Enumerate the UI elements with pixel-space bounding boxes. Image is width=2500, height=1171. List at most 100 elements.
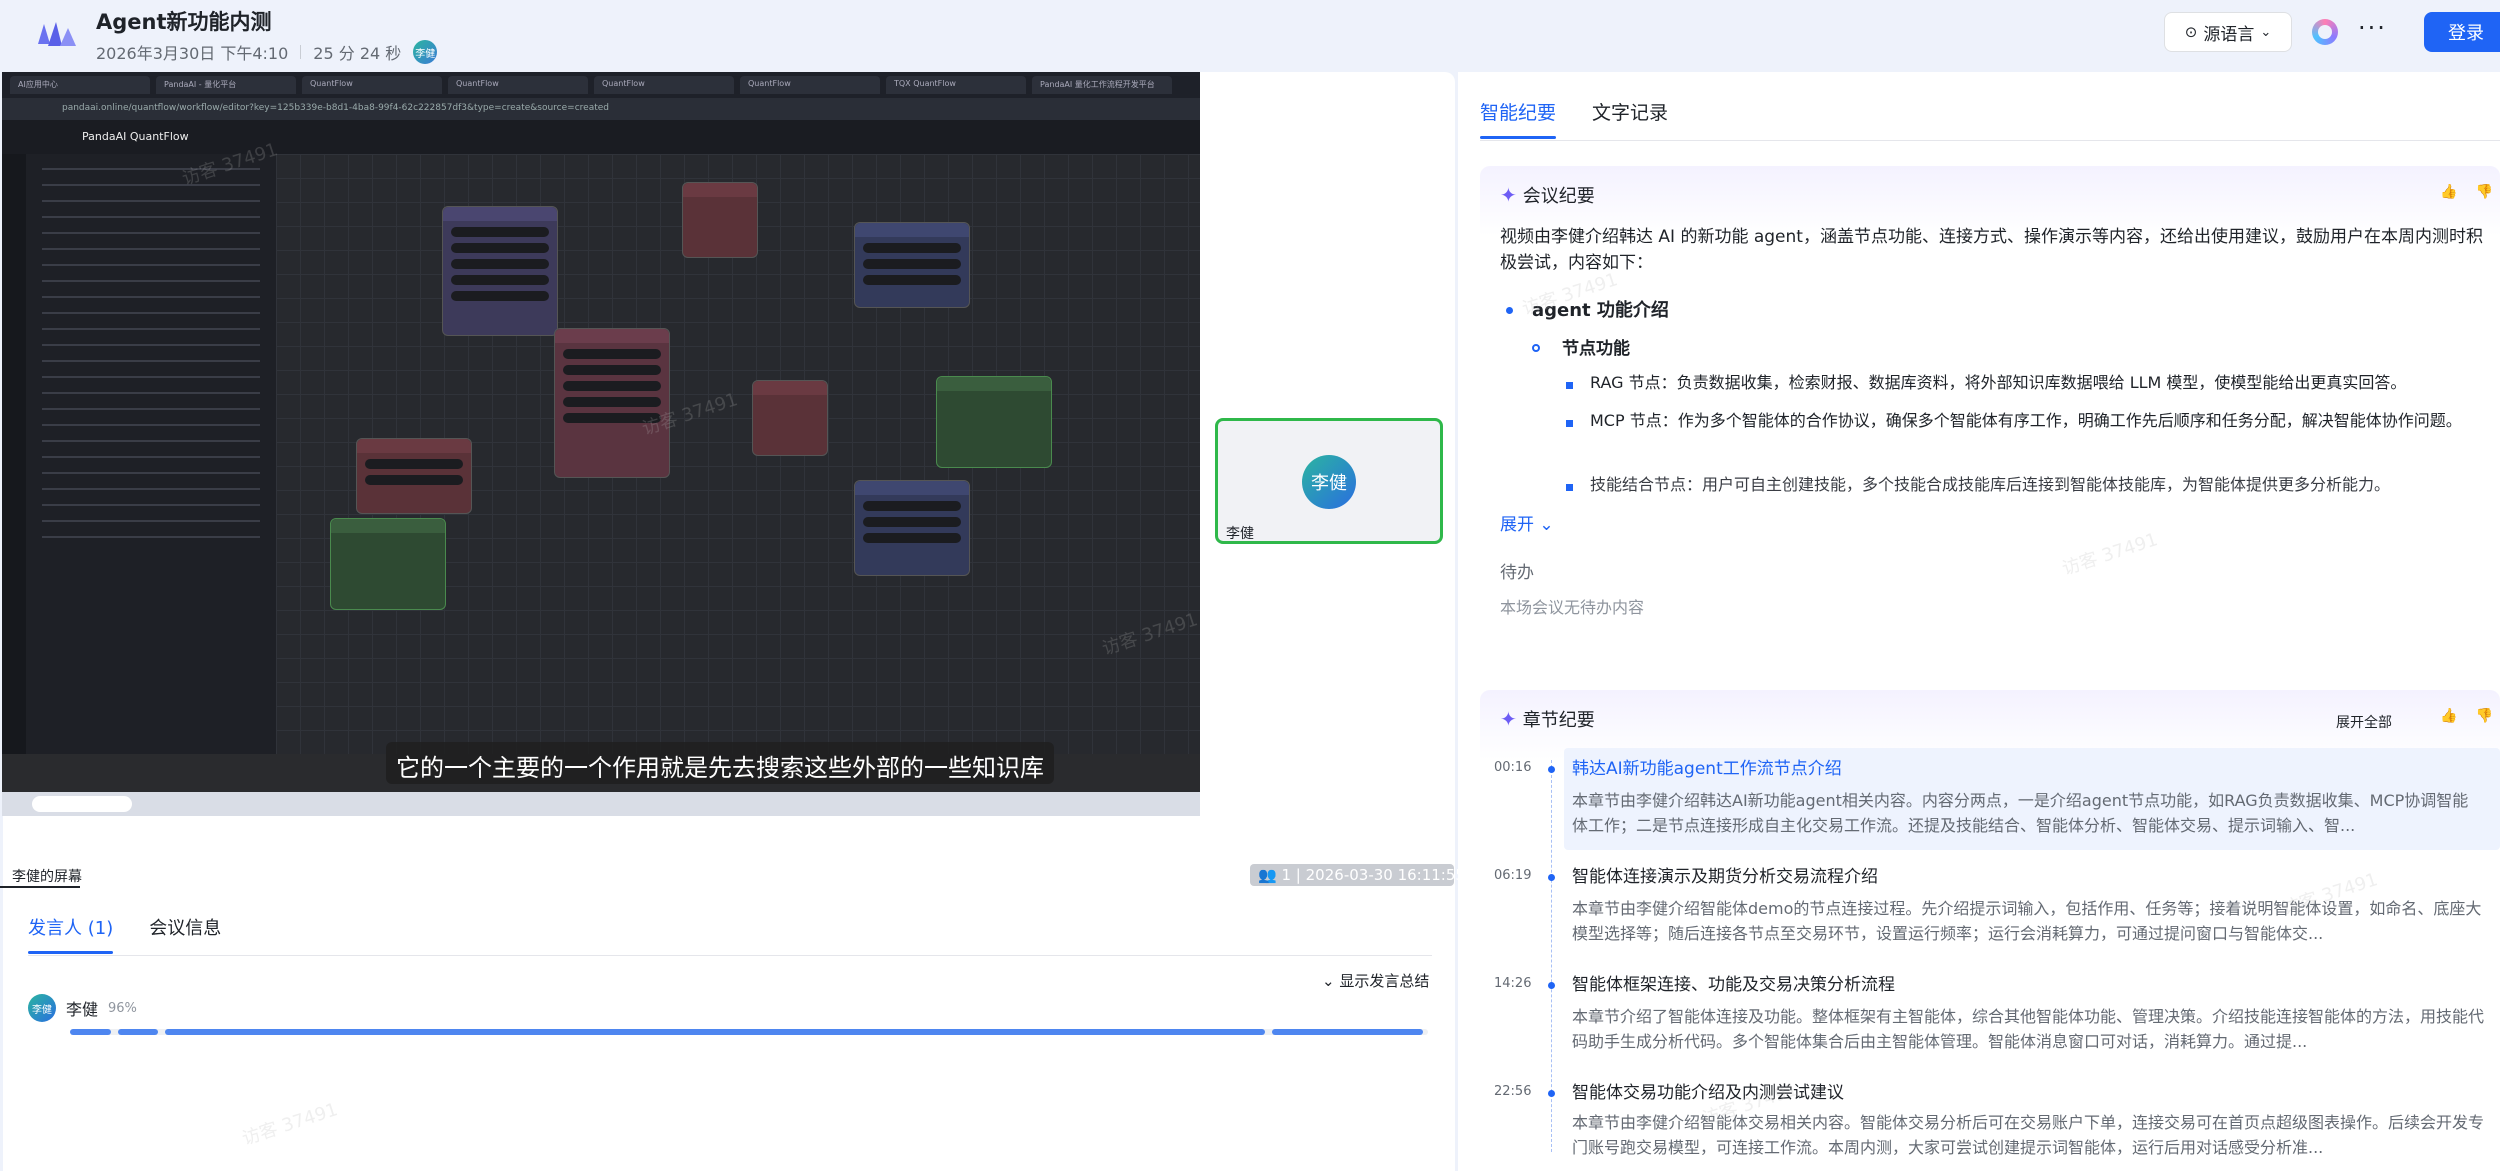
divider bbox=[1480, 140, 2500, 141]
screen-share-label: 李健的屏幕 bbox=[12, 869, 82, 885]
chapter-summary-title: ✦ 章节纪要 bbox=[1500, 706, 1595, 732]
viewer-count: 1 bbox=[1281, 866, 1292, 884]
bullet bbox=[1566, 382, 1573, 389]
screen-share-video[interactable]: AI应用中心 PandaAI - 量化平台 QuantFlow QuantFlo… bbox=[2, 72, 1200, 816]
browser-tab: AI应用中心 bbox=[10, 76, 150, 94]
speaker-name: 李健 bbox=[1226, 526, 1254, 542]
chapter-time: 14:26 bbox=[1494, 976, 1532, 991]
timeline-dot bbox=[1548, 1090, 1555, 1097]
chapter-time: 06:19 bbox=[1494, 868, 1532, 883]
sparkle-icon: ✦ bbox=[1500, 707, 1517, 731]
more-menu-icon[interactable]: ··· bbox=[2358, 14, 2387, 42]
top-bar: Agent新功能内测 2026年3月30日 下午4:10 25 分 24 秒 李… bbox=[0, 0, 2500, 70]
speaker-avatar: 李健 bbox=[1302, 455, 1356, 509]
toggle-label: 显示发言总结 bbox=[1339, 972, 1430, 990]
login-button[interactable]: 登录 bbox=[2424, 12, 2500, 52]
taskbar-search bbox=[32, 796, 132, 812]
divider bbox=[28, 955, 1432, 956]
summary-item: 技能结合节点：用户可自主创建技能，多个技能合成技能库后连接到智能体技能库，为智能… bbox=[1590, 475, 2391, 494]
chapter-desc: 本章节由李健介绍韩达AI新功能agent相关内容。内容分两点，一是介绍agent… bbox=[1572, 791, 2469, 835]
left-tabs: 发言人 (1) 会议信息 bbox=[28, 914, 221, 954]
bullet bbox=[1532, 344, 1540, 352]
speaker-percent: 96% bbox=[108, 1000, 137, 1016]
workflow-node bbox=[936, 376, 1052, 468]
todo-title: 待办 bbox=[1500, 563, 1534, 583]
summary-intro: 视频由李健介绍韩达 AI 的新功能 agent，涵盖节点功能、连接方式、操作演示… bbox=[1500, 227, 2483, 273]
browser-tab: QuantFlow bbox=[594, 76, 734, 94]
speech-segment[interactable] bbox=[1271, 1029, 1423, 1035]
chapter-title[interactable]: 韩达AI新功能agent工作流节点介绍 bbox=[1572, 754, 2482, 779]
bullet bbox=[1566, 484, 1573, 491]
workflow-node bbox=[554, 328, 670, 478]
bullet bbox=[1506, 307, 1513, 314]
feedback-buttons: 👍 👎 bbox=[2440, 708, 2493, 724]
chapter-desc: 本章节由李健介绍智能体交易相关内容。智能体交易分析后可在交易账户下单，连接交易可… bbox=[1572, 1113, 2484, 1157]
speech-timeline-track[interactable] bbox=[70, 1029, 1428, 1035]
summary-subpoint: 节点功能 bbox=[1562, 339, 1630, 359]
tab-speakers[interactable]: 发言人 (1) bbox=[28, 914, 114, 954]
shared-app-sidebar bbox=[2, 154, 26, 754]
tab-transcript[interactable]: 文字记录 bbox=[1592, 98, 1668, 139]
speaker-row[interactable]: 李健 李健 96% bbox=[28, 994, 137, 1022]
chapter-title[interactable]: 智能体交易功能介绍及内测尝试建议 bbox=[1572, 1078, 2482, 1103]
meeting-summary-title: ✦ 会议纪要 bbox=[1500, 182, 1595, 208]
expand-summary-button[interactable]: 展开 ⌄ bbox=[1500, 510, 1554, 535]
thumbs-down-icon[interactable]: 👎 bbox=[2475, 184, 2492, 200]
source-language-button[interactable]: ⊙ 源语言 ⌄ bbox=[2164, 12, 2292, 52]
browser-tab: PandaAI - 量化平台 bbox=[156, 76, 296, 94]
speaker-avatar: 李健 bbox=[28, 994, 56, 1022]
thumbs-down-icon[interactable]: 👎 bbox=[2475, 708, 2492, 724]
shared-taskbar bbox=[2, 792, 1200, 816]
meeting-date: 2026年3月30日 下午4:10 bbox=[96, 44, 289, 63]
thumbs-up-icon[interactable]: 👍 bbox=[2440, 708, 2457, 724]
workflow-node bbox=[330, 518, 446, 610]
meeting-summary-card: ✦ 会议纪要 👍 👎 视频由李健介绍韩达 AI 的新功能 agent，涵盖节点功… bbox=[1480, 166, 2500, 646]
shared-app-header: PandaAI QuantFlow bbox=[2, 120, 1200, 154]
workflow-node bbox=[442, 206, 558, 336]
workflow-node bbox=[752, 380, 828, 456]
participant-avatar[interactable]: 李健 bbox=[413, 40, 438, 64]
screen-timestamp: 👥 1 | 2026-03-30 16:11:55 bbox=[1250, 864, 1465, 886]
expand-label: 展开 bbox=[1500, 515, 1534, 535]
section-title-text: 会议纪要 bbox=[1522, 186, 1595, 207]
chapter-summary-card: ✦ 章节纪要 展开全部 👍 👎 00:16 韩达AI新功能agent工作流节点介… bbox=[1480, 690, 2500, 1171]
sparkle-icon: ✦ bbox=[1500, 183, 1517, 207]
speech-segment[interactable] bbox=[117, 1029, 159, 1035]
browser-tab: QuantFlow bbox=[302, 76, 442, 94]
viewers-icon: 👥 bbox=[1258, 866, 1277, 884]
meeting-title: Agent新功能内测 bbox=[96, 10, 272, 34]
speech-segment[interactable] bbox=[70, 1029, 111, 1035]
app-logo-icon bbox=[38, 22, 76, 46]
browser-tab: PandaAI 量化工作流程开发平台 bbox=[1032, 76, 1172, 94]
section-title-text: 章节纪要 bbox=[1522, 710, 1595, 731]
meeting-meta: 2026年3月30日 下午4:10 25 分 24 秒 李健 bbox=[96, 40, 438, 64]
workflow-node bbox=[854, 222, 970, 308]
show-speaker-summary-toggle[interactable]: ⌄ 显示发言总结 bbox=[1322, 970, 1429, 991]
chapter-time: 22:56 bbox=[1494, 1084, 1532, 1099]
live-subtitle: 它的一个主要的一个作用就是先去搜索这些外部的一些知识库 bbox=[386, 742, 1054, 784]
tab-smart-summary[interactable]: 智能纪要 bbox=[1480, 98, 1557, 139]
ai-assistant-icon[interactable] bbox=[2312, 19, 2338, 45]
workflow-node bbox=[854, 480, 970, 576]
summary-point: agent 功能介绍 bbox=[1532, 300, 1669, 321]
timeline-dot bbox=[1548, 766, 1555, 773]
speech-segment[interactable] bbox=[165, 1029, 1266, 1035]
browser-tab-bar: AI应用中心 PandaAI - 量化平台 QuantFlow QuantFlo… bbox=[2, 72, 1200, 98]
chevron-down-icon: ⌄ bbox=[2260, 24, 2272, 40]
active-speaker-tile[interactable]: 李健 李健 bbox=[1215, 418, 1443, 544]
chapter-title[interactable]: 智能体连接演示及期货分析交易流程介绍 bbox=[1572, 862, 2482, 887]
browser-tab: TQX QuantFlow bbox=[886, 76, 1026, 94]
language-icon: ⊙ bbox=[2184, 23, 2198, 41]
shared-node-tree bbox=[26, 154, 276, 754]
chevron-down-icon: ⌄ bbox=[1322, 972, 1335, 990]
shared-workflow-canvas bbox=[276, 154, 1200, 754]
chapter-title[interactable]: 智能体框架连接、功能及交易决策分析流程 bbox=[1572, 970, 2482, 995]
browser-url-bar: pandaai.online/quantflow/workflow/editor… bbox=[2, 98, 1200, 120]
tab-meeting-info[interactable]: 会议信息 bbox=[149, 914, 221, 954]
timeline-dot bbox=[1548, 874, 1555, 881]
thumbs-up-icon[interactable]: 👍 bbox=[2440, 184, 2457, 200]
expand-all-button[interactable]: 展开全部 bbox=[2336, 712, 2392, 732]
divider bbox=[0, 886, 80, 888]
workflow-node bbox=[356, 438, 472, 514]
bullet bbox=[1566, 420, 1573, 427]
